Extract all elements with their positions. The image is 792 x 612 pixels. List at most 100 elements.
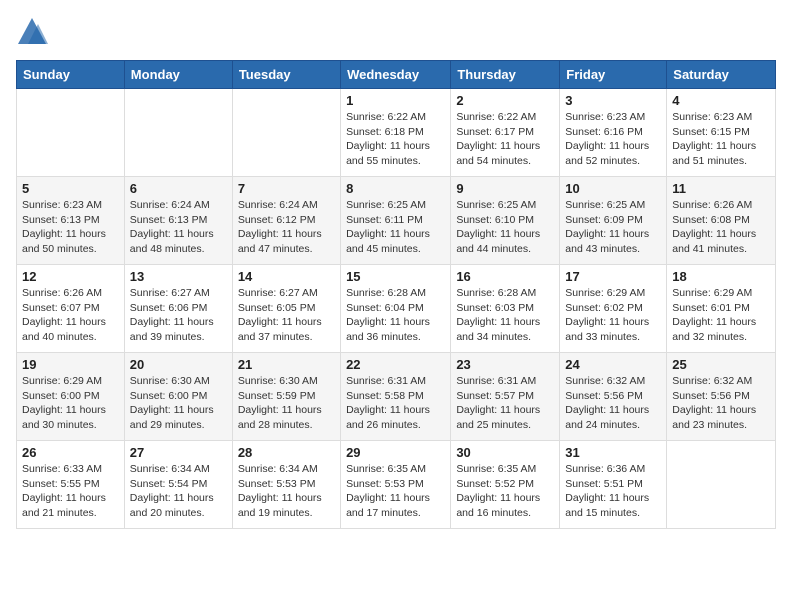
day-number: 26 [22, 445, 119, 460]
calendar-cell: 28 Sunrise: 6:34 AM Sunset: 5:53 PM Dayli… [232, 441, 340, 529]
calendar-cell: 18 Sunrise: 6:29 AM Sunset: 6:01 PM Dayli… [667, 265, 776, 353]
day-info: Sunrise: 6:30 AM Sunset: 6:00 PM Dayligh… [130, 374, 227, 433]
day-info: Sunrise: 6:23 AM Sunset: 6:15 PM Dayligh… [672, 110, 770, 169]
day-info: Sunrise: 6:35 AM Sunset: 5:52 PM Dayligh… [456, 462, 554, 521]
calendar-cell: 24 Sunrise: 6:32 AM Sunset: 5:56 PM Dayli… [560, 353, 667, 441]
calendar-cell: 27Sunrise: 6:34 AM Sunset: 5:54 PM Dayli… [124, 441, 232, 529]
calendar-cell: 21 Sunrise: 6:30 AM Sunset: 5:59 PM Dayli… [232, 353, 340, 441]
weekday-header: Wednesday [341, 61, 451, 89]
logo [16, 16, 52, 48]
day-info: Sunrise: 6:26 AM Sunset: 6:07 PM Dayligh… [22, 286, 119, 345]
day-info: Sunrise: 6:23 AM Sunset: 6:13 PM Dayligh… [22, 198, 119, 257]
day-number: 19 [22, 357, 119, 372]
calendar-cell [232, 89, 340, 177]
calendar-cell [667, 441, 776, 529]
day-number: 29 [346, 445, 445, 460]
weekday-header: Tuesday [232, 61, 340, 89]
calendar-cell: 17 Sunrise: 6:29 AM Sunset: 6:02 PM Dayli… [560, 265, 667, 353]
day-number: 31 [565, 445, 661, 460]
calendar-cell: 16 Sunrise: 6:28 AM Sunset: 6:03 PM Dayli… [451, 265, 560, 353]
day-info: Sunrise: 6:35 AM Sunset: 5:53 PM Dayligh… [346, 462, 445, 521]
logo-icon [16, 16, 48, 48]
calendar-cell: 29 Sunrise: 6:35 AM Sunset: 5:53 PM Dayli… [341, 441, 451, 529]
day-number: 15 [346, 269, 445, 284]
calendar-cell: 20 Sunrise: 6:30 AM Sunset: 6:00 PM Dayli… [124, 353, 232, 441]
day-info: Sunrise: 6:29 AM Sunset: 6:01 PM Dayligh… [672, 286, 770, 345]
day-info: Sunrise: 6:36 AM Sunset: 5:51 PM Dayligh… [565, 462, 661, 521]
calendar-cell: 19Sunrise: 6:29 AM Sunset: 6:00 PM Dayli… [17, 353, 125, 441]
day-info: Sunrise: 6:22 AM Sunset: 6:18 PM Dayligh… [346, 110, 445, 169]
day-info: Sunrise: 6:29 AM Sunset: 6:02 PM Dayligh… [565, 286, 661, 345]
calendar-week-row: 26Sunrise: 6:33 AM Sunset: 5:55 PM Dayli… [17, 441, 776, 529]
calendar-cell: 22 Sunrise: 6:31 AM Sunset: 5:58 PM Dayli… [341, 353, 451, 441]
day-number: 2 [456, 93, 554, 108]
day-info: Sunrise: 6:27 AM Sunset: 6:06 PM Dayligh… [130, 286, 227, 345]
day-number: 21 [238, 357, 335, 372]
day-info: Sunrise: 6:31 AM Sunset: 5:58 PM Dayligh… [346, 374, 445, 433]
day-number: 24 [565, 357, 661, 372]
day-info: Sunrise: 6:28 AM Sunset: 6:04 PM Dayligh… [346, 286, 445, 345]
day-number: 28 [238, 445, 335, 460]
day-info: Sunrise: 6:25 AM Sunset: 6:10 PM Dayligh… [456, 198, 554, 257]
calendar-cell: 23 Sunrise: 6:31 AM Sunset: 5:57 PM Dayli… [451, 353, 560, 441]
day-number: 12 [22, 269, 119, 284]
day-number: 16 [456, 269, 554, 284]
calendar-cell: 3 Sunrise: 6:23 AM Sunset: 6:16 PM Daylig… [560, 89, 667, 177]
calendar-cell: 15 Sunrise: 6:28 AM Sunset: 6:04 PM Dayli… [341, 265, 451, 353]
weekday-header: Saturday [667, 61, 776, 89]
day-number: 17 [565, 269, 661, 284]
day-info: Sunrise: 6:28 AM Sunset: 6:03 PM Dayligh… [456, 286, 554, 345]
calendar-cell: 12 Sunrise: 6:26 AM Sunset: 6:07 PM Dayli… [17, 265, 125, 353]
day-number: 18 [672, 269, 770, 284]
calendar-cell: 11 Sunrise: 6:26 AM Sunset: 6:08 PM Dayli… [667, 177, 776, 265]
day-info: Sunrise: 6:31 AM Sunset: 5:57 PM Dayligh… [456, 374, 554, 433]
day-info: Sunrise: 6:27 AM Sunset: 6:05 PM Dayligh… [238, 286, 335, 345]
page-header [16, 16, 776, 48]
day-info: Sunrise: 6:30 AM Sunset: 5:59 PM Dayligh… [238, 374, 335, 433]
day-info: Sunrise: 6:24 AM Sunset: 6:13 PM Dayligh… [130, 198, 227, 257]
calendar-cell: 8Sunrise: 6:25 AM Sunset: 6:11 PM Daylig… [341, 177, 451, 265]
calendar-cell: 9 Sunrise: 6:25 AM Sunset: 6:10 PM Daylig… [451, 177, 560, 265]
calendar-cell: 26Sunrise: 6:33 AM Sunset: 5:55 PM Dayli… [17, 441, 125, 529]
calendar-cell: 7Sunrise: 6:24 AM Sunset: 6:12 PM Daylig… [232, 177, 340, 265]
calendar-cell: 6 Sunrise: 6:24 AM Sunset: 6:13 PM Daylig… [124, 177, 232, 265]
day-number: 25 [672, 357, 770, 372]
calendar-cell: 14 Sunrise: 6:27 AM Sunset: 6:05 PM Dayli… [232, 265, 340, 353]
calendar-cell: 25 Sunrise: 6:32 AM Sunset: 5:56 PM Dayli… [667, 353, 776, 441]
calendar-cell [124, 89, 232, 177]
calendar-cell: 1Sunrise: 6:22 AM Sunset: 6:18 PM Daylig… [341, 89, 451, 177]
day-number: 6 [130, 181, 227, 196]
day-number: 30 [456, 445, 554, 460]
calendar-week-row: 12 Sunrise: 6:26 AM Sunset: 6:07 PM Dayli… [17, 265, 776, 353]
calendar-cell: 2 Sunrise: 6:22 AM Sunset: 6:17 PM Daylig… [451, 89, 560, 177]
day-info: Sunrise: 6:32 AM Sunset: 5:56 PM Dayligh… [565, 374, 661, 433]
day-number: 9 [456, 181, 554, 196]
day-info: Sunrise: 6:25 AM Sunset: 6:09 PM Dayligh… [565, 198, 661, 257]
day-number: 11 [672, 181, 770, 196]
calendar-week-row: 1Sunrise: 6:22 AM Sunset: 6:18 PM Daylig… [17, 89, 776, 177]
day-number: 5 [22, 181, 119, 196]
calendar-cell [17, 89, 125, 177]
calendar-cell: 10Sunrise: 6:25 AM Sunset: 6:09 PM Dayli… [560, 177, 667, 265]
weekday-header: Sunday [17, 61, 125, 89]
day-info: Sunrise: 6:34 AM Sunset: 5:53 PM Dayligh… [238, 462, 335, 521]
calendar-cell: 31 Sunrise: 6:36 AM Sunset: 5:51 PM Dayli… [560, 441, 667, 529]
day-number: 22 [346, 357, 445, 372]
day-info: Sunrise: 6:23 AM Sunset: 6:16 PM Dayligh… [565, 110, 661, 169]
day-number: 23 [456, 357, 554, 372]
day-info: Sunrise: 6:32 AM Sunset: 5:56 PM Dayligh… [672, 374, 770, 433]
calendar-week-row: 19Sunrise: 6:29 AM Sunset: 6:00 PM Dayli… [17, 353, 776, 441]
day-number: 20 [130, 357, 227, 372]
weekday-header: Thursday [451, 61, 560, 89]
calendar-cell: 5 Sunrise: 6:23 AM Sunset: 6:13 PM Daylig… [17, 177, 125, 265]
day-number: 4 [672, 93, 770, 108]
day-info: Sunrise: 6:26 AM Sunset: 6:08 PM Dayligh… [672, 198, 770, 257]
day-number: 13 [130, 269, 227, 284]
calendar-table: SundayMondayTuesdayWednesdayThursdayFrid… [16, 60, 776, 529]
day-number: 7 [238, 181, 335, 196]
weekday-header: Friday [560, 61, 667, 89]
day-info: Sunrise: 6:22 AM Sunset: 6:17 PM Dayligh… [456, 110, 554, 169]
day-number: 3 [565, 93, 661, 108]
day-info: Sunrise: 6:25 AM Sunset: 6:11 PM Dayligh… [346, 198, 445, 257]
day-number: 14 [238, 269, 335, 284]
